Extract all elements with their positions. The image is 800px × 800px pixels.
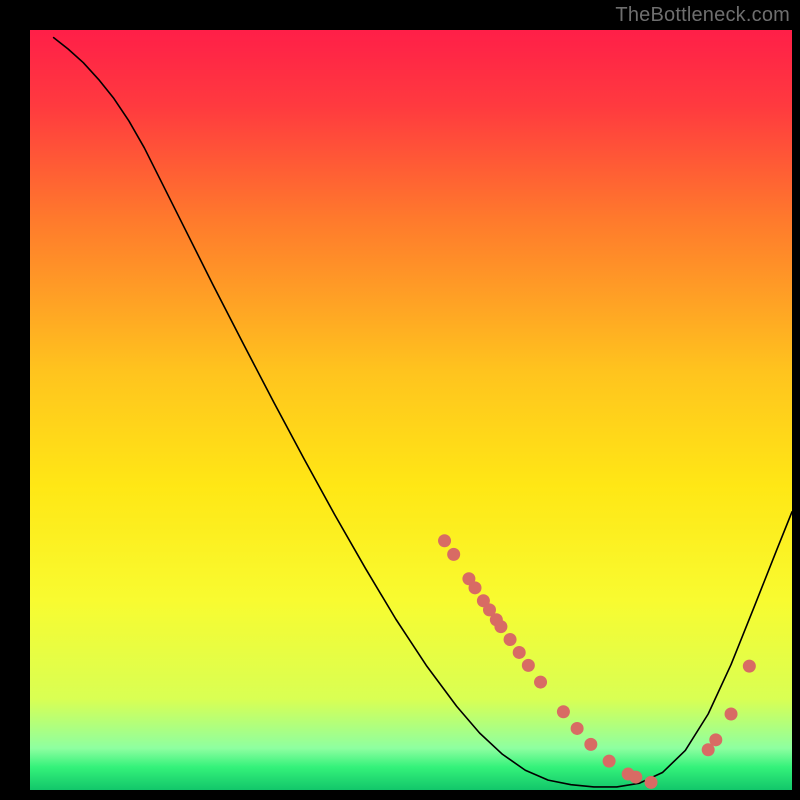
marker-dot [709,733,722,746]
marker-dot [629,771,642,784]
attribution-label: TheBottleneck.com [615,4,790,27]
marker-dot [725,708,738,721]
marker-dot [438,534,451,547]
marker-dot [557,705,570,718]
marker-dot [584,738,597,751]
plot-background [30,30,792,790]
marker-dot [513,646,526,659]
chart-frame: TheBottleneck.com [0,0,800,800]
marker-dot [743,660,756,673]
marker-dot [603,755,616,768]
marker-dot [469,581,482,594]
marker-dot [534,676,547,689]
marker-dot [504,633,517,646]
marker-dot [447,548,460,561]
marker-dot [494,620,507,633]
marker-dot [645,776,658,789]
bottleneck-chart [0,0,800,800]
marker-dot [522,659,535,672]
marker-dot [571,722,584,735]
